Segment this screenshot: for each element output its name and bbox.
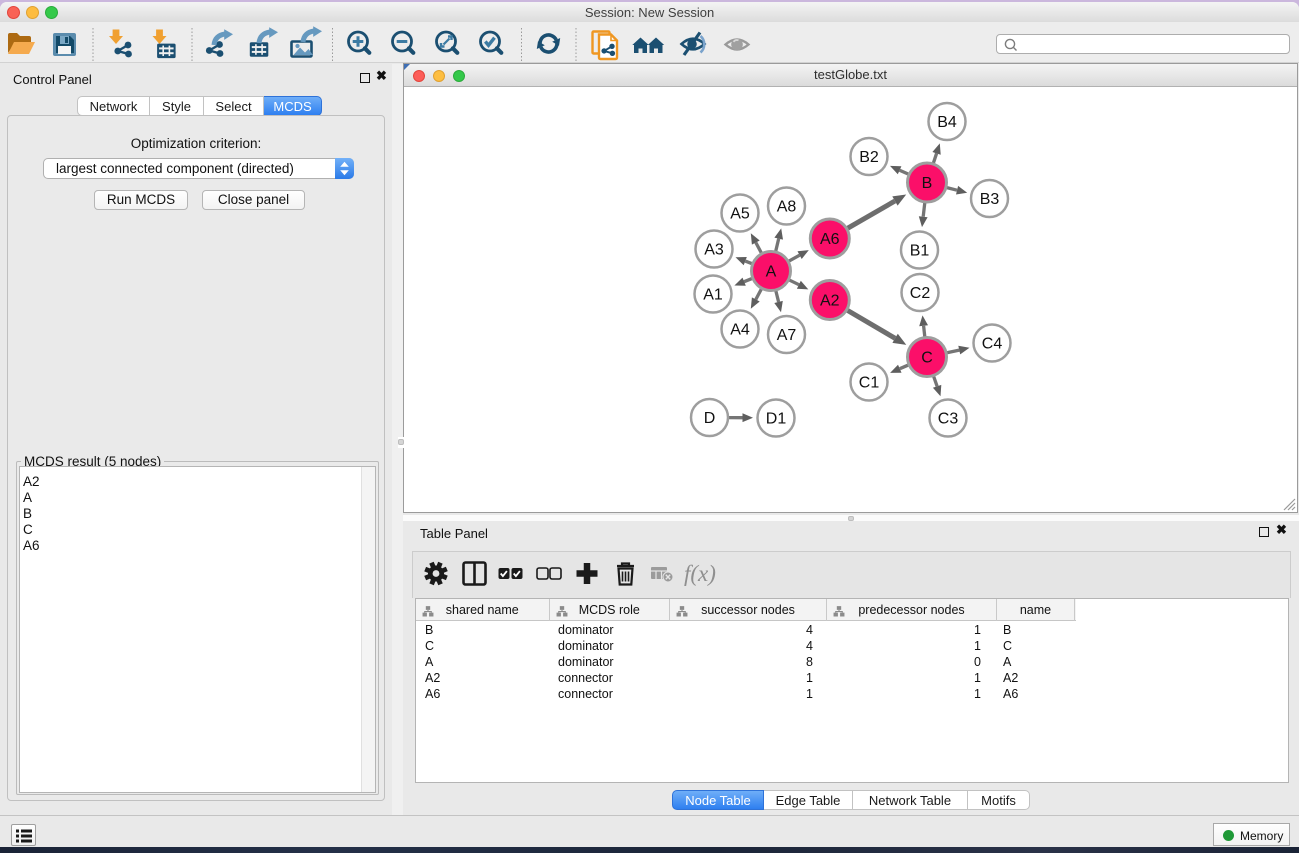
svg-text:D1: D1: [766, 411, 787, 428]
svg-text:A: A: [766, 264, 777, 281]
svg-text:D: D: [704, 410, 716, 427]
svg-text:A3: A3: [704, 242, 724, 259]
svg-text:B1: B1: [910, 243, 930, 260]
svg-text:C: C: [921, 350, 933, 367]
svg-text:A7: A7: [777, 327, 797, 344]
svg-text:f(x): f(x): [684, 561, 716, 586]
svg-text:A4: A4: [730, 322, 750, 339]
svg-text:A5: A5: [730, 206, 750, 223]
svg-text:A1: A1: [703, 287, 723, 304]
svg-text:C2: C2: [910, 285, 931, 302]
svg-text:C3: C3: [938, 411, 959, 428]
svg-text:B2: B2: [859, 149, 879, 166]
svg-text:A8: A8: [777, 199, 797, 216]
svg-text:C4: C4: [982, 336, 1003, 353]
svg-text:B4: B4: [937, 114, 957, 131]
svg-text:B: B: [922, 175, 933, 192]
svg-text:A2: A2: [820, 293, 840, 310]
svg-text:C1: C1: [859, 375, 880, 392]
svg-text:A6: A6: [820, 231, 840, 248]
svg-text:B3: B3: [980, 191, 1000, 208]
